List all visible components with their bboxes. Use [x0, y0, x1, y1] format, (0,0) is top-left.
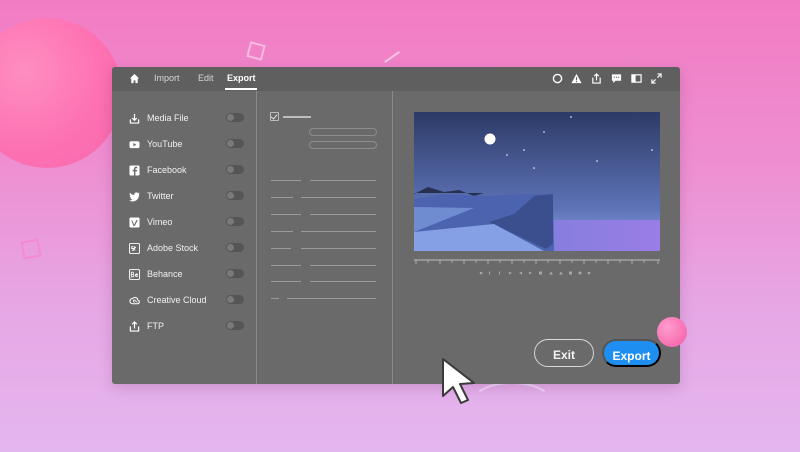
adobe-stock-icon	[129, 243, 140, 254]
twitter-icon	[129, 192, 140, 202]
playback-controls[interactable]	[477, 269, 597, 277]
setting-label-placeholder	[271, 298, 279, 299]
tab-export[interactable]: Export	[227, 73, 256, 83]
destination-label: YouTube	[147, 139, 183, 149]
destination-label: Creative Cloud	[147, 295, 207, 305]
setting-value-line[interactable]	[301, 231, 376, 232]
export-settings-panel	[257, 91, 393, 384]
top-nav-bar: Import Edit Export	[112, 67, 680, 91]
mouse-pointer-icon	[442, 358, 475, 404]
video-preview-thumbnail	[414, 112, 660, 251]
destination-toggle[interactable]	[226, 269, 244, 278]
settings-checkbox[interactable]	[270, 112, 279, 121]
destination-creative-cloud[interactable]: Creative Cloud	[112, 292, 256, 312]
creative-cloud-icon	[129, 296, 140, 305]
destination-media-file[interactable]: Media File	[112, 110, 256, 130]
decorative-circle	[0, 18, 122, 168]
destination-toggle[interactable]	[226, 217, 244, 226]
circle-icon[interactable]	[552, 73, 563, 84]
setting-field[interactable]	[309, 128, 377, 136]
destination-label: Vimeo	[147, 217, 173, 227]
setting-label-placeholder	[271, 281, 301, 282]
setting-value-line[interactable]	[301, 197, 376, 198]
destination-label: Twitter	[147, 191, 174, 201]
setting-value-line[interactable]	[310, 180, 376, 181]
exit-button[interactable]: Exit	[534, 339, 594, 367]
home-icon[interactable]	[129, 73, 140, 84]
tab-edit[interactable]: Edit	[198, 73, 214, 83]
destination-facebook[interactable]: Facebook	[112, 162, 256, 182]
youtube-icon	[129, 141, 140, 149]
setting-value-line[interactable]	[287, 298, 376, 299]
destination-toggle[interactable]	[226, 139, 244, 148]
setting-label-placeholder	[271, 197, 293, 198]
setting-label-placeholder	[271, 180, 301, 181]
destination-toggle[interactable]	[226, 191, 244, 200]
setting-label-placeholder	[271, 214, 301, 215]
setting-value-line[interactable]	[310, 281, 376, 282]
decorative-square	[246, 41, 266, 61]
download-icon	[129, 113, 140, 124]
timeline-ruler[interactable]	[414, 259, 660, 267]
active-tab-indicator	[225, 88, 257, 90]
behance-icon	[129, 269, 140, 280]
vimeo-icon	[129, 217, 140, 228]
destination-label: Behance	[147, 269, 183, 279]
setting-value-line[interactable]	[310, 265, 376, 266]
destination-toggle[interactable]	[226, 321, 244, 330]
destination-label: Facebook	[147, 165, 187, 175]
destination-toggle[interactable]	[226, 165, 244, 174]
setting-value-line[interactable]	[310, 214, 376, 215]
decorative-square	[20, 238, 42, 260]
upload-icon	[129, 321, 140, 332]
destination-twitter[interactable]: Twitter	[112, 188, 256, 208]
warning-icon[interactable]	[571, 73, 582, 84]
destination-youtube[interactable]: YouTube	[112, 136, 256, 156]
setting-label-placeholder	[271, 248, 291, 249]
share-icon[interactable]	[591, 73, 602, 84]
setting-label-placeholder	[283, 116, 311, 118]
destination-behance[interactable]: Behance	[112, 266, 256, 286]
panel-icon[interactable]	[631, 73, 642, 84]
tab-import[interactable]: Import	[154, 73, 180, 83]
destination-label: Media File	[147, 113, 189, 123]
facebook-icon	[129, 165, 140, 176]
export-window: Import Edit Export Media File YouTube Fa…	[112, 67, 680, 384]
comment-icon[interactable]	[611, 73, 622, 84]
destination-adobe-stock[interactable]: Adobe Stock	[112, 240, 256, 260]
setting-field[interactable]	[309, 141, 377, 149]
preview-panel: Exit Export	[393, 91, 680, 384]
destination-toggle[interactable]	[226, 113, 244, 122]
destination-label: FTP	[147, 321, 164, 331]
setting-label-placeholder	[271, 231, 293, 232]
decorative-dash	[384, 51, 400, 63]
destination-label: Adobe Stock	[147, 243, 199, 253]
destination-toggle[interactable]	[226, 295, 244, 304]
setting-value-line[interactable]	[301, 248, 376, 249]
setting-label-placeholder	[271, 265, 301, 266]
destination-toggle[interactable]	[226, 243, 244, 252]
destination-vimeo[interactable]: Vimeo	[112, 214, 256, 234]
expand-icon[interactable]	[651, 73, 662, 84]
decorative-circle	[657, 317, 687, 347]
destination-ftp[interactable]: FTP	[112, 318, 256, 338]
destination-list: Media File YouTube Facebook Twitter Vime…	[112, 91, 257, 384]
export-button[interactable]: Export	[602, 339, 661, 367]
